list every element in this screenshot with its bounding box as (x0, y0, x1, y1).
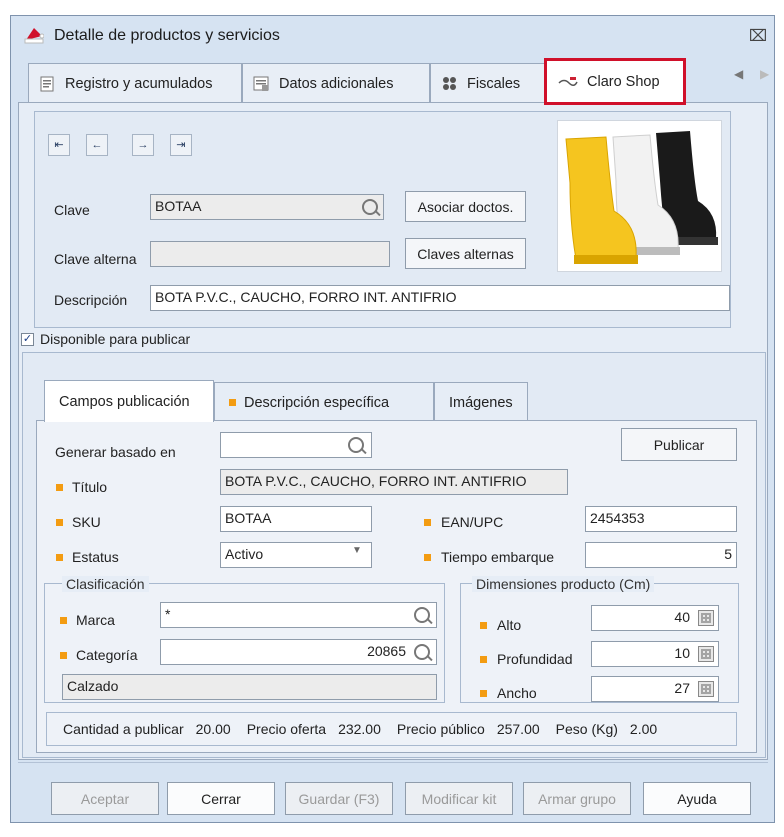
alto-label: Alto (497, 617, 522, 633)
tab-label: Fiscales (467, 75, 521, 92)
required-marker-icon (480, 656, 487, 663)
subtab-imagenes[interactable]: Imágenes (434, 382, 528, 422)
tab-datos-adicionales[interactable]: Datos adicionales (242, 63, 430, 103)
ean-field[interactable]: 2454353 (585, 506, 737, 532)
last-record-button[interactable]: ⇥ (170, 134, 192, 156)
tab-scroll-right-icon[interactable]: ▶ (760, 67, 769, 81)
clave-search-icon[interactable] (362, 199, 378, 215)
estatus-label: Estatus (72, 549, 119, 565)
required-marker-icon (480, 690, 487, 697)
required-marker-icon (424, 519, 431, 526)
ean-label: EAN/UPC (441, 514, 504, 530)
tiempo-embarque-field[interactable]: 5 (585, 542, 737, 568)
disponible-label: Disponible para publicar (40, 331, 191, 347)
required-marker-icon (229, 399, 236, 406)
clasificacion-legend: Clasificación (62, 576, 149, 592)
asociar-doctos-button[interactable]: Asociar doctos. (405, 191, 526, 222)
ancho-label: Ancho (497, 685, 537, 701)
ayuda-button[interactable]: Ayuda (643, 782, 751, 815)
chevron-down-icon[interactable]: ▼ (352, 545, 362, 556)
clave-value: BOTAA (155, 198, 202, 214)
categoria-field[interactable]: 20865 (160, 639, 437, 665)
register-icon (40, 76, 54, 91)
categoria-label: Categoría (76, 647, 138, 663)
required-marker-icon (56, 554, 63, 561)
subtab-label: Imágenes (449, 394, 513, 411)
required-marker-icon (60, 617, 67, 624)
close-icon[interactable]: ⌧ (748, 26, 768, 46)
dimensiones-legend: Dimensiones producto (Cm) (472, 576, 655, 592)
claroshop-icon (558, 77, 578, 86)
window-title: Detalle de productos y servicios (54, 27, 280, 44)
armar-grupo-button[interactable]: Armar grupo (523, 782, 631, 815)
tab-claro-shop[interactable]: Claro Shop (544, 58, 686, 105)
clave-field[interactable]: BOTAA (150, 194, 384, 220)
clave-label: Clave (54, 202, 90, 218)
modificar-kit-button[interactable]: Modificar kit (405, 782, 513, 815)
marca-label: Marca (76, 612, 115, 628)
tab-label: Datos adicionales (279, 75, 394, 92)
publico-label: Precio público (396, 721, 485, 737)
required-marker-icon (56, 484, 63, 491)
tiempo-embarque-label: Tiempo embarque (441, 549, 555, 565)
marca-search-icon[interactable] (414, 607, 430, 623)
calculator-icon[interactable] (698, 681, 714, 697)
boots-image (565, 131, 718, 264)
peso-label: Peso (Kg) (555, 721, 618, 737)
tab-fiscales[interactable]: Fiscales (430, 63, 546, 103)
descripcion-label: Descripción (54, 292, 128, 308)
tab-registro[interactable]: Registro y acumulados (28, 63, 242, 103)
sku-label: SKU (72, 514, 101, 530)
oferta-label: Precio oferta (246, 721, 327, 737)
estatus-select[interactable]: Activo (220, 542, 372, 568)
publico-value: 257.00 (496, 721, 540, 737)
categoria-name-field: Calzado (62, 674, 437, 700)
claves-alternas-button[interactable]: Claves alternas (405, 238, 526, 269)
sku-field[interactable]: BOTAA (220, 506, 372, 532)
data-icon (253, 76, 269, 91)
calculator-icon[interactable] (698, 646, 714, 662)
subtab-descripcion-especifica[interactable]: Descripción específica (214, 382, 434, 422)
summary-bar: Cantidad a publicar 20.00 Precio oferta … (46, 712, 737, 746)
disponible-checkbox[interactable]: ✓ (21, 333, 34, 346)
clave-alterna-field[interactable] (150, 241, 390, 267)
required-marker-icon (60, 652, 67, 659)
product-image (557, 120, 722, 272)
tab-label: Registro y acumulados (65, 75, 213, 92)
subtab-label: Campos publicación (59, 393, 190, 410)
subtab-label: Descripción específica (244, 394, 390, 411)
subtab-campos-publicacion[interactable]: Campos publicación (44, 380, 214, 422)
guardar-button[interactable]: Guardar (F3) (285, 782, 393, 815)
prev-record-button[interactable]: ← (86, 134, 108, 156)
categoria-value: 20865 (367, 643, 406, 659)
required-marker-icon (480, 622, 487, 629)
generar-label: Generar basado en (55, 444, 176, 460)
titulo-label: Título (72, 479, 108, 495)
profundidad-label: Profundidad (497, 651, 573, 667)
categoria-search-icon[interactable] (414, 644, 430, 660)
first-record-button[interactable]: ⇤ (48, 134, 70, 156)
tab-scroll-left-icon[interactable]: ◀ (734, 67, 743, 81)
clave-alterna-label: Clave alterna (54, 251, 137, 267)
santa-hat-icon (24, 28, 44, 44)
required-marker-icon (56, 519, 63, 526)
peso-value: 2.00 (629, 721, 658, 737)
cantidad-value: 20.00 (195, 721, 231, 737)
next-record-button[interactable]: → (132, 134, 154, 156)
cantidad-label: Cantidad a publicar (63, 721, 184, 737)
estatus-value: Activo (225, 546, 264, 562)
tab-label: Claro Shop (587, 74, 660, 90)
publicar-button[interactable]: Publicar (621, 428, 737, 461)
required-marker-icon (424, 554, 431, 561)
descripcion-field[interactable]: BOTA P.V.C., CAUCHO, FORRO INT. ANTIFRIO (150, 285, 730, 311)
generar-search-icon[interactable] (348, 437, 364, 453)
marca-field[interactable]: * (160, 602, 437, 628)
aceptar-button[interactable]: Aceptar (51, 782, 159, 815)
cerrar-button[interactable]: Cerrar (167, 782, 275, 815)
fiscal-icon (443, 76, 456, 90)
oferta-value: 232.00 (338, 721, 381, 737)
calculator-icon[interactable] (698, 610, 714, 626)
titulo-field[interactable]: BOTA P.V.C., CAUCHO, FORRO INT. ANTIFRIO (220, 469, 568, 495)
